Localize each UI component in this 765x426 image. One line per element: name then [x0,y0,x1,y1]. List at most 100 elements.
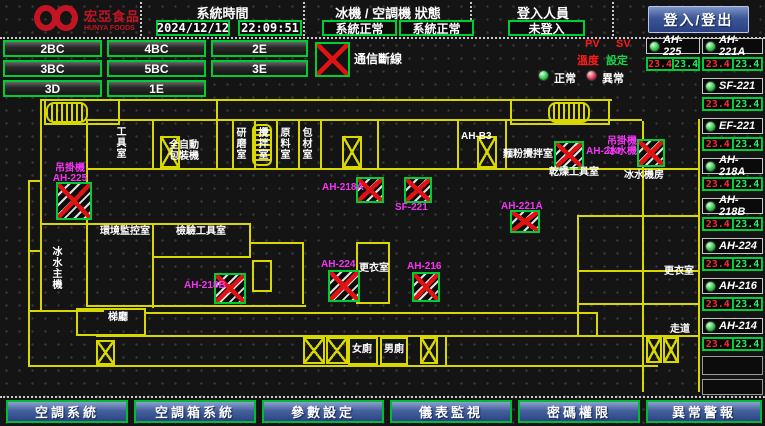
floor-button-2e[interactable]: 2E [211,40,308,57]
status-led-icon [705,121,716,132]
wall-segment [28,310,30,367]
ahu-status-display: 系統正常 [399,20,474,36]
unit-name-label: AH-216 [719,280,757,292]
room-label: 梯廳 [108,312,128,323]
login-logout-button[interactable]: 登入/登出 [648,6,749,33]
floor-button-1e[interactable]: 1E [107,80,206,97]
sv-value: 23.4 [734,179,762,189]
brand-zh: 宏亞食品 [84,6,142,25]
unit-name-label: AH-221A [719,34,762,58]
wall-segment [152,119,154,170]
pv-value: 23.4 [704,179,734,189]
wall-segment [86,223,249,225]
room-label: 環境監控室 [100,226,150,237]
sidebar-unit-ah-218a[interactable]: AH-218A [702,158,763,174]
wall-segment [320,121,322,170]
comm-loss-x-icon [58,184,90,218]
header-divider [303,2,305,36]
stairs-icon [46,102,88,123]
room-label: 全自動 包裝機 [156,140,212,162]
sidebar-unit-ah-225[interactable]: AH-225 [646,38,700,54]
room-label: AH-B3 [461,131,492,142]
wall-segment [249,242,304,244]
small-room [252,260,272,292]
sidebar-unit-ah-216[interactable]: AH-216 [702,278,763,294]
x-mark-icon [98,342,113,363]
sv-value: 23.4 [674,59,698,69]
sidebar-unit-ah-214[interactable]: AH-214 [702,318,763,334]
footer-separator [0,396,765,398]
wall-segment [28,180,42,182]
shaft-icon [342,136,362,168]
room-label: 冰水主機 [50,246,61,290]
floor-button-4bc[interactable]: 4BC [107,40,206,57]
floor-button-2bc[interactable]: 2BC [3,40,102,57]
status-led-icon [705,81,716,92]
x-mark-icon [305,339,323,362]
equipment-label: SF-221 [395,203,428,213]
sidebar-unit-ef-221[interactable]: EF-221 [702,118,763,134]
stairs-icon [548,102,590,123]
comm-loss-legend-icon [315,42,350,77]
menu-button-alarms[interactable]: 異常警報 [646,400,762,423]
chiller-status-display: 系統正常 [322,20,397,36]
system-clock-display: 22:09:51 [238,20,302,36]
wall-segment [40,99,42,225]
wall-segment [505,119,507,170]
equipment-label: 吊掛機 冰水機 [606,137,638,157]
wall-segment [146,312,596,314]
sidebar-unit-sf-221[interactable]: SF-221 [702,78,763,94]
ahu-unit-icon[interactable] [328,270,360,302]
sv-value: 23.4 [734,339,762,349]
wall-segment [577,215,698,217]
floor-button-3bc[interactable]: 3BC [3,60,102,77]
unit-name-label: AH-225 [663,34,699,58]
room-label: 研磨室 [234,127,245,160]
floor-button-3e[interactable]: 3E [211,60,308,77]
room-label: 麵粉攪拌室 [503,149,553,160]
wall-segment [152,223,154,308]
ahu-unit-icon[interactable] [554,141,584,169]
menu-button-meters[interactable]: 儀表監視 [390,400,512,423]
sidebar-unit-ah-218b[interactable]: AH-218B [702,198,763,214]
status-led-icon [705,41,716,52]
pv-name-label: 溫度 [577,52,599,68]
sidebar-unit-ah-224[interactable]: AH-224 [702,238,763,254]
wall-segment [577,215,579,335]
equipment-label: 吊掛機 AH-225 [44,164,96,184]
sv-header-label: SV [616,38,631,50]
sidebar-unit-values: 23.4 23.4 [702,97,763,111]
wall-segment [40,225,42,310]
sv-value: 23.4 [734,299,762,309]
ahu-unit-icon[interactable] [637,139,665,167]
status-led-icon [705,241,716,252]
menu-button-ac-system[interactable]: 空調系統 [6,400,128,423]
wall-segment [377,119,379,170]
room-label: 女廁 [352,344,372,355]
floor-button-5bc[interactable]: 5BC [107,60,206,77]
wall-segment [86,168,698,170]
sidebar-unit-values: 23.4 23.4 [702,177,763,191]
pv-value: 23.4 [704,59,734,69]
equipment-label: AH-221A [501,202,543,212]
menu-button-password[interactable]: 密碼權限 [518,400,640,423]
ahu-unit-icon[interactable] [412,272,440,302]
ahu-unit-icon[interactable] [56,182,92,220]
wall-segment [216,99,218,169]
ahu-unit-icon[interactable] [404,177,432,203]
header-divider [140,2,142,36]
wall-segment [28,250,42,252]
menu-button-ahu-system[interactable]: 空調箱系統 [134,400,256,423]
ahu-unit-icon[interactable] [510,210,540,233]
wall-segment [86,305,306,307]
floor-button-3d[interactable]: 3D [3,80,102,97]
menu-button-parameters[interactable]: 參數設定 [262,400,384,423]
x-mark-icon [328,339,346,362]
pv-value: 23.4 [704,299,734,309]
sidebar-unit-ah-221a[interactable]: AH-221A [702,38,763,54]
shaft-icon [646,337,662,363]
wall-segment [698,119,700,392]
room-label: 冰水機房 [624,170,664,181]
comm-loss-x-icon [556,143,582,167]
room-label: 更衣室 [664,266,694,277]
